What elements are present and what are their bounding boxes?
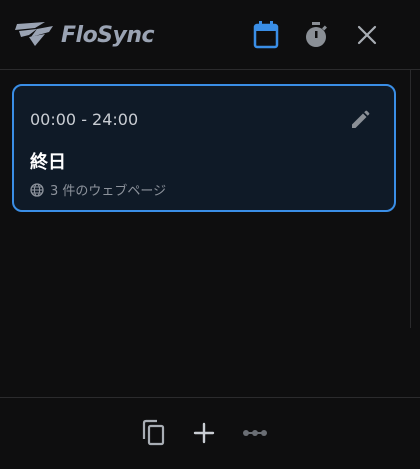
close-button[interactable] <box>352 20 382 50</box>
globe-icon <box>30 182 44 197</box>
plus-icon <box>193 422 215 444</box>
more-icon <box>243 430 267 436</box>
pencil-icon <box>352 110 370 128</box>
stopwatch-icon <box>306 22 327 47</box>
app-logo: FloSync <box>15 17 155 53</box>
header-bar: FloSync <box>0 0 420 70</box>
calendar-view-button[interactable] <box>251 20 281 50</box>
schedule-meta: 3 件のウェブページ <box>30 180 166 199</box>
copy-button[interactable] <box>138 418 168 448</box>
footer-toolbar <box>0 397 420 469</box>
copy-icon <box>142 419 165 446</box>
edit-button[interactable] <box>348 108 372 132</box>
add-button[interactable] <box>189 418 219 448</box>
time-range: 00:00 - 24:00 <box>30 110 139 129</box>
more-button[interactable] <box>240 418 270 448</box>
schedule-card[interactable]: 00:00 - 24:00 終日 3 件のウェブページ <box>12 84 396 212</box>
schedule-title: 終日 <box>30 152 66 173</box>
scrollbar[interactable] <box>410 70 420 328</box>
logo-mark-icon <box>15 22 53 46</box>
app-window: FloSync 00:00 - 24:00 終日 3 件のウェブページ <box>0 0 420 469</box>
timer-view-button[interactable] <box>301 20 331 50</box>
calendar-icon <box>253 21 279 49</box>
close-icon <box>357 25 377 45</box>
webpage-count: 3 件のウェブページ <box>50 184 167 199</box>
app-name: FloSync <box>61 22 155 48</box>
